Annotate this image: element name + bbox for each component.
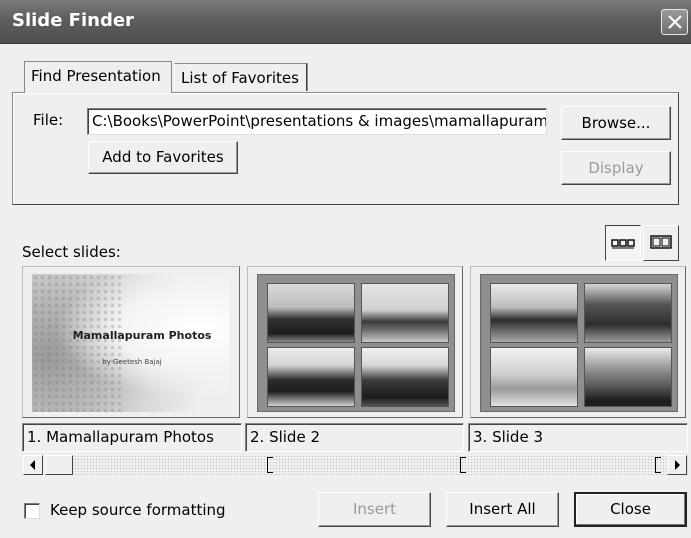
title-bar: Slide Finder (0, 0, 691, 44)
slide-2-photo-1 (267, 283, 355, 343)
slide-3-photo-4 (584, 347, 672, 407)
arrow-right-icon (675, 460, 680, 470)
slide-thumbnail-3[interactable] (470, 266, 686, 418)
slide-1-thumb-title: Mamallapuram Photos (72, 329, 212, 342)
scroll-tick-3 (655, 457, 661, 473)
close-window-button[interactable] (661, 9, 688, 35)
browse-button[interactable]: Browse... (561, 106, 671, 140)
slide-1-thumb-subtitle: by Geetesh Bajaj (102, 358, 162, 366)
close-icon (668, 15, 682, 29)
select-slides-label: Select slides: (22, 243, 121, 261)
slide-caption-2[interactable]: 2. Slide 2 (245, 423, 464, 452)
keep-source-formatting-label[interactable]: Keep source formatting (50, 501, 226, 519)
slide-2-photo-4 (361, 347, 449, 407)
slide-caption-3[interactable]: 3. Slide 3 (468, 423, 688, 452)
tab-find-presentation[interactable]: Find Presentation (24, 61, 172, 93)
slide-3-photo-1 (490, 283, 578, 343)
slide-thumbnail-1[interactable]: Mamallapuram Photos by Geetesh Bajaj (22, 266, 240, 418)
file-path-input[interactable]: C:\Books\PowerPoint\presentations & imag… (87, 108, 547, 135)
scroll-left-button[interactable] (23, 455, 43, 475)
filmstrip-view-icon (650, 235, 672, 249)
slide-2-photo-3 (267, 347, 355, 407)
window-title: Slide Finder (12, 10, 134, 31)
slide-1-pattern (32, 274, 122, 412)
display-button[interactable]: Display (561, 151, 671, 185)
add-to-favorites-button[interactable]: Add to Favorites (88, 141, 238, 174)
slide-2-preview (257, 274, 455, 412)
slides-scrollbar[interactable] (23, 455, 689, 475)
arrow-left-icon (30, 460, 35, 470)
slide-2-photo-2 (361, 283, 449, 343)
close-button[interactable]: Close (574, 492, 687, 527)
filmstrip-view-button[interactable] (643, 225, 679, 261)
insert-all-button[interactable]: Insert All (446, 492, 559, 527)
insert-button[interactable]: Insert (318, 492, 431, 527)
keep-source-formatting-checkbox[interactable] (24, 503, 40, 519)
slide-caption-1[interactable]: 1. Mamallapuram Photos (22, 423, 242, 452)
slide-thumbnail-2[interactable] (247, 266, 463, 418)
slide-sorter-view-icon (611, 239, 635, 249)
slide-sorter-view-button[interactable] (605, 225, 641, 261)
scroll-tick-1 (267, 457, 273, 473)
scroll-right-button[interactable] (667, 455, 687, 475)
slide-3-preview (480, 274, 678, 412)
scroll-thumb[interactable] (45, 455, 73, 475)
slide-3-photo-2 (584, 283, 672, 343)
scroll-tick-2 (460, 457, 466, 473)
slide-1-preview: Mamallapuram Photos by Geetesh Bajaj (32, 274, 230, 412)
slide-3-photo-3 (490, 347, 578, 407)
slide-finder-dialog: Slide Finder Find Presentation List of F… (0, 0, 691, 538)
file-label: File: (33, 111, 64, 129)
tab-list-of-favorites[interactable]: List of Favorites (174, 63, 308, 91)
